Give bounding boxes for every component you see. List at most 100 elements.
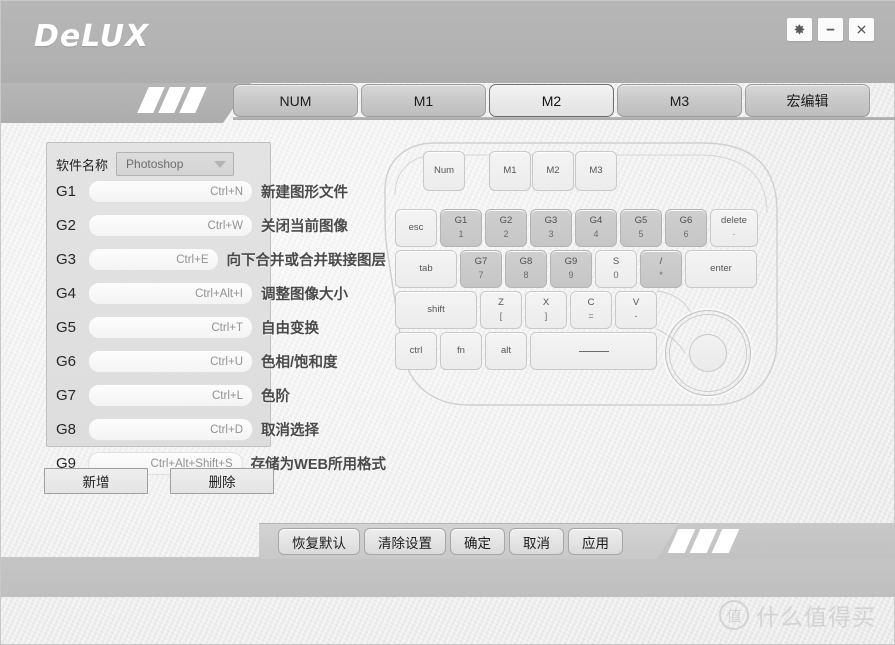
key-esc[interactable]: esc — [395, 209, 437, 247]
tab-baseline — [233, 117, 895, 120]
key-v[interactable]: V- — [615, 291, 657, 329]
key-sublabel: * — [659, 270, 663, 281]
shortcut-row: G5 Ctrl+T 自由变换 — [56, 315, 386, 340]
key-sublabel: 8 — [523, 270, 529, 281]
cancel-button[interactable]: 取消 — [509, 528, 564, 555]
minimize-button[interactable] — [818, 18, 843, 41]
shortcut-row: G7 Ctrl+L 色阶 — [56, 383, 386, 408]
software-name-label: 软件名称 — [56, 157, 109, 173]
button-label: 确定 — [464, 535, 491, 551]
title-bar: DeLUX — [1, 1, 895, 83]
add-button[interactable]: 新增 — [44, 468, 148, 494]
key-g5[interactable]: G5 5 — [620, 209, 662, 247]
tab-chevron-decoration — [1, 83, 251, 123]
key-tab[interactable]: tab — [395, 250, 457, 288]
shortcut-description: 取消选择 — [261, 423, 319, 439]
key-symbol[interactable]: / * — [640, 250, 682, 288]
key-shift[interactable]: shift — [395, 291, 477, 329]
clear-settings-button[interactable]: 清除设置 — [364, 528, 446, 555]
key-m1[interactable]: M1 — [489, 151, 531, 191]
key-label: C — [587, 297, 595, 309]
key-c[interactable]: C = — [570, 291, 612, 329]
shortcut-description: 色阶 — [261, 389, 290, 405]
brand-logo: DeLUX — [34, 19, 150, 54]
key-z[interactable]: Z[ — [480, 291, 522, 329]
tab-m3[interactable]: M3 — [617, 84, 742, 117]
key-alt[interactable]: alt — [485, 332, 527, 370]
key-g2[interactable]: G2 2 — [485, 209, 527, 247]
scroll-dial-inner[interactable] — [689, 334, 727, 372]
tab-宏编辑[interactable]: 宏编辑 — [745, 84, 870, 117]
tab-m1[interactable]: M1 — [361, 84, 486, 117]
key-space[interactable] — [530, 332, 657, 370]
settings-button[interactable] — [787, 18, 812, 41]
minimize-icon — [826, 28, 835, 31]
button-label: 删除 — [208, 475, 236, 490]
button-label: 恢复默认 — [292, 535, 346, 551]
key-label: tab — [419, 263, 433, 275]
key-m2[interactable]: M2 — [532, 151, 574, 191]
shortcut-input[interactable]: Ctrl+E — [88, 248, 219, 271]
key-g9[interactable]: G9 9 — [550, 250, 592, 288]
key-sublabel: - — [634, 311, 638, 322]
key-delete[interactable]: delete · — [710, 209, 758, 247]
tab-label: M1 — [413, 92, 434, 109]
shortcut-value: Ctrl+D — [210, 423, 243, 436]
key-x[interactable]: X] — [525, 291, 567, 329]
key-ctrl[interactable]: ctrl — [395, 332, 437, 370]
tab-num[interactable]: NUM — [233, 84, 358, 117]
key-num[interactable]: Num — [423, 151, 465, 191]
key-g8[interactable]: G8 8 — [505, 250, 547, 288]
key-s[interactable]: S0 — [595, 250, 637, 288]
key-m3[interactable]: M3 — [575, 151, 617, 191]
shortcut-input[interactable]: Ctrl+N — [88, 180, 253, 203]
key-label: delete — [721, 215, 747, 227]
key-g7[interactable]: G7 7 — [460, 250, 502, 288]
key-sublabel: = — [588, 311, 594, 322]
shortcut-list: G1 Ctrl+N 新建图形文件 G2 Ctrl+W 关闭当前图像 G3 Ctrl+E 向下合并… — [56, 179, 386, 485]
key-g1[interactable]: G1 1 — [440, 209, 482, 247]
key-label: / — [659, 256, 663, 268]
watermark-badge: 值 — [719, 600, 749, 630]
key-enter[interactable]: enter — [685, 250, 757, 288]
bottom-bar — [1, 557, 895, 597]
button-label: 新增 — [82, 475, 110, 490]
key-label: Z — [498, 297, 504, 309]
shortcut-row: G4 Ctrl+Alt+I 调整图像大小 — [56, 281, 386, 306]
ok-button[interactable]: 确定 — [450, 528, 505, 555]
key-label: G9 — [564, 256, 578, 268]
key-g6[interactable]: G6 6 — [665, 209, 707, 247]
shortcut-input[interactable]: Ctrl+U — [88, 350, 253, 373]
key-g4[interactable]: G4 4 — [575, 209, 617, 247]
key-g3[interactable]: G3 3 — [530, 209, 572, 247]
keyboard-diagram: Num M1 M2 M3 esc G1 1 G2 2 G3 3 G4 4 G5 5 G6 6 delete · tab… — [373, 129, 793, 419]
apply-button[interactable]: 应用 — [568, 528, 623, 555]
tab-label: 宏编辑 — [786, 92, 829, 109]
shortcut-input[interactable]: Ctrl+Alt+I — [88, 282, 253, 305]
key-sublabel: · — [732, 229, 736, 240]
shortcut-key-label: G6 — [56, 353, 77, 370]
delete-button[interactable]: 删除 — [170, 468, 274, 494]
shortcut-key-label: G5 — [56, 319, 77, 336]
key-fn[interactable]: fn — [440, 332, 482, 370]
shortcut-input[interactable]: Ctrl+L — [88, 384, 253, 407]
shortcut-value: Ctrl+U — [210, 355, 243, 368]
shortcut-key-label: G1 — [56, 183, 77, 200]
shortcut-value: Ctrl+Alt+I — [195, 287, 243, 300]
software-dropdown[interactable]: Photoshop — [116, 152, 235, 176]
key-label: G1 — [454, 215, 468, 227]
close-button[interactable] — [849, 18, 874, 41]
key-label: G5 — [634, 215, 648, 227]
watermark: 值 什么值得买 — [719, 598, 876, 632]
shortcut-input[interactable]: Ctrl+T — [88, 316, 253, 339]
shortcut-input[interactable]: Ctrl+D — [88, 418, 253, 441]
shortcut-input[interactable]: Ctrl+W — [88, 214, 253, 237]
tab-m2[interactable]: M2 — [489, 84, 614, 117]
key-label: S — [612, 256, 620, 268]
bottom-stripes-decoration — [667, 529, 740, 553]
key-label: M2 — [546, 165, 560, 177]
key-label: G7 — [474, 256, 488, 268]
shortcut-row: G3 Ctrl+E 向下合并或合并联接图层 — [56, 247, 386, 272]
restore-defaults-button[interactable]: 恢复默认 — [278, 528, 360, 555]
tab-list: NUM M1 M2 M3 宏编辑 — [233, 84, 873, 117]
